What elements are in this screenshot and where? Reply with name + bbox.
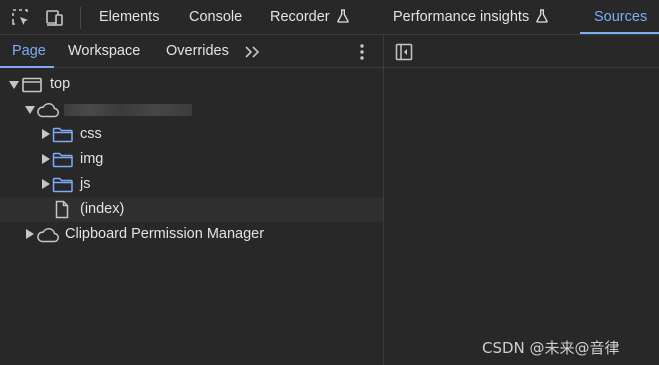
folder-icon — [52, 177, 73, 193]
toolbar-separator — [80, 7, 81, 29]
tab-label: Recorder — [270, 9, 330, 25]
watermark: CSDN @未来@音律 — [482, 339, 620, 357]
devtools-toolbar: Elements Console Recorder Performance in… — [0, 0, 659, 35]
cloud-icon — [37, 103, 59, 118]
tab-label: Elements — [99, 9, 160, 25]
tab-label: Performance insights — [393, 9, 530, 25]
tab-label: Sources — [594, 9, 648, 25]
tab-page[interactable]: Page — [12, 35, 46, 68]
cloud-icon — [37, 228, 59, 243]
tree-item-label: Clipboard Permission Manager — [65, 226, 265, 242]
tree-item-frame[interactable]: top — [0, 72, 383, 97]
tab-label: Workspace — [68, 43, 141, 59]
frame-icon — [22, 77, 42, 93]
tree-item-file-index[interactable]: (index) — [0, 197, 383, 222]
show-navigator-icon[interactable] — [395, 43, 413, 61]
tab-console[interactable]: Console — [189, 0, 242, 34]
flask-icon — [336, 9, 349, 23]
tab-label: Console — [189, 9, 243, 25]
tab-sources[interactable]: Sources — [594, 0, 647, 34]
folder-icon — [52, 152, 73, 168]
tab-overrides[interactable]: Overrides — [166, 35, 229, 68]
select-element-icon[interactable] — [11, 8, 31, 28]
tree-item-folder-css[interactable]: css — [0, 122, 383, 147]
tree-item-label: (index) — [80, 201, 125, 217]
device-toolbar-icon[interactable] — [45, 8, 65, 28]
kebab-menu-icon[interactable] — [359, 43, 365, 61]
navigator-tabbar: Page Workspace Overrides — [0, 35, 383, 68]
collapsed-triangle-icon[interactable] — [41, 179, 51, 189]
collapsed-triangle-icon[interactable] — [25, 229, 35, 239]
tree-item-folder-js[interactable]: js — [0, 172, 383, 197]
active-tab-indicator — [580, 32, 659, 34]
tree-item-folder-img[interactable]: img — [0, 147, 383, 172]
tab-elements[interactable]: Elements — [99, 0, 159, 34]
navigator-pane: Page Workspace Overrides top css img js … — [0, 35, 383, 365]
tree-item-label: top — [50, 76, 71, 92]
editor-toolbar — [384, 35, 659, 68]
tab-recorder[interactable]: Recorder — [270, 0, 350, 34]
tree-item-origin[interactable] — [0, 97, 383, 122]
active-subtab-indicator — [0, 66, 54, 68]
tree-item-extension[interactable]: Clipboard Permission Manager — [0, 222, 383, 247]
tab-performance-insights[interactable]: Performance insights — [393, 0, 549, 34]
tree-item-label: img — [80, 151, 104, 167]
tree-item-label: js — [80, 176, 91, 192]
tab-label: Overrides — [166, 43, 229, 59]
tree-item-label: css — [80, 126, 102, 142]
editor-pane — [384, 35, 659, 365]
expand-triangle-icon[interactable] — [25, 105, 35, 115]
file-icon — [55, 200, 69, 219]
flask-icon — [536, 9, 548, 23]
tab-workspace[interactable]: Workspace — [68, 35, 140, 68]
expand-triangle-icon[interactable] — [9, 80, 19, 90]
folder-icon — [52, 127, 73, 143]
tab-label: Page — [12, 43, 46, 59]
collapsed-triangle-icon[interactable] — [41, 129, 51, 139]
obscured-origin-label — [64, 104, 192, 116]
chevron-double-right-icon[interactable] — [244, 45, 262, 59]
collapsed-triangle-icon[interactable] — [41, 154, 51, 164]
